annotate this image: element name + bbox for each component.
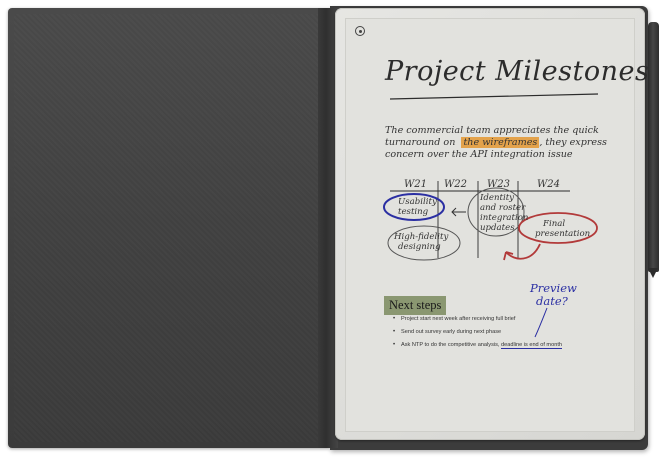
- next-steps-list: Project start next week after receiving …: [393, 316, 633, 355]
- bubble-line: testing: [398, 207, 429, 217]
- bubble-high-fidelity: High-fidelity designing: [394, 232, 448, 252]
- week-label-w24: W24: [537, 179, 561, 190]
- bubble-usability-testing: Usability testing: [398, 197, 437, 217]
- bubble-line: integration: [480, 213, 529, 223]
- bubble-line: updates: [480, 223, 515, 233]
- list-item: Ask NTP to do the competitive analysis, …: [393, 342, 633, 355]
- bubble-line: Identity: [480, 193, 515, 203]
- week-label-w21: W21: [404, 179, 428, 190]
- bubble-line: and roster: [480, 203, 526, 213]
- note-line: date?: [536, 294, 568, 308]
- bubble-line: High-fidelity: [394, 232, 449, 242]
- list-item: Project start next week after receiving …: [393, 316, 633, 329]
- week-label-w22: W22: [444, 179, 468, 190]
- underlined-deadline: deadline is end of month: [501, 342, 562, 349]
- bubble-line: Final: [543, 219, 566, 229]
- bubble-identity-integration: Identity and roster integration updates: [480, 193, 528, 233]
- bubble-line: presentation: [535, 229, 591, 239]
- next-steps-heading: Next steps: [384, 296, 447, 315]
- bubble-line: Usability: [398, 197, 437, 207]
- preview-date-note: Preview date?: [530, 282, 577, 308]
- remarkable-tablet-scene: Project Milestones The commercial team a…: [0, 0, 670, 458]
- bubble-line: designing: [398, 242, 441, 252]
- bubble-final-presentation: Final presentation: [535, 219, 590, 239]
- list-item: Send out survey early during next phase: [393, 329, 633, 342]
- list-item-text: Ask NTP to do the competitive analysis,: [401, 342, 500, 348]
- week-label-w23: W23: [487, 179, 511, 190]
